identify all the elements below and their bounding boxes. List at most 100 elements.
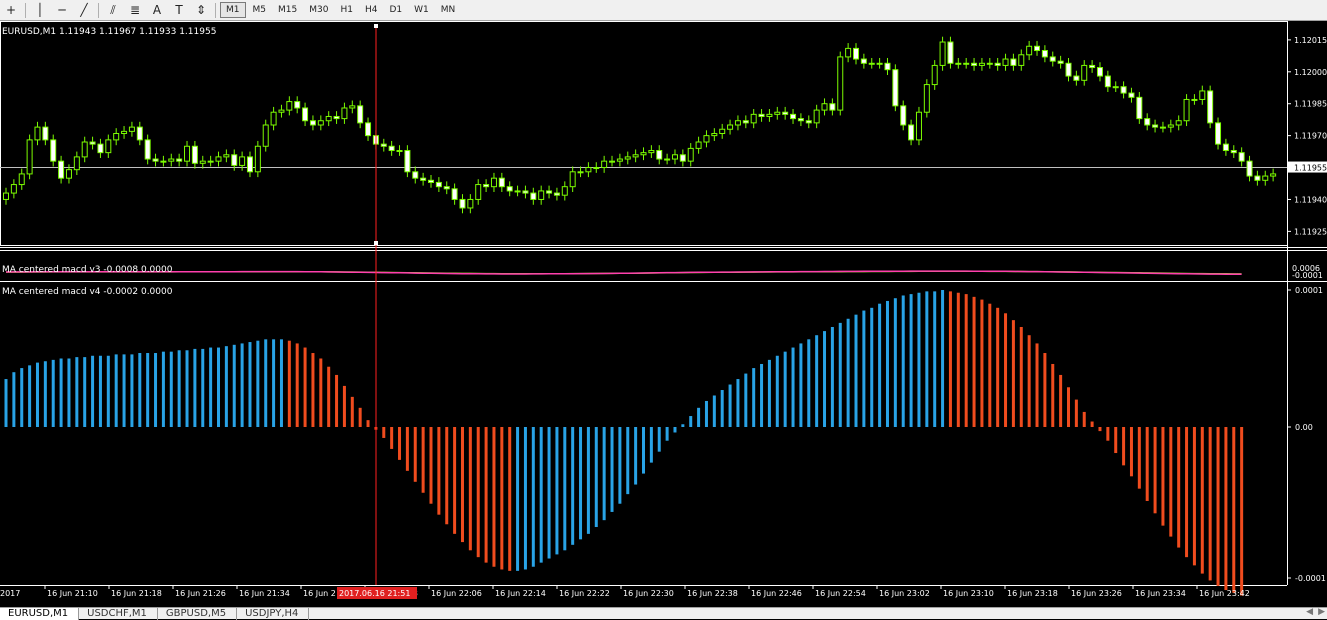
histogram-bar — [83, 357, 87, 427]
histogram-bar — [1059, 374, 1063, 427]
candle-bear — [404, 150, 411, 173]
histogram-bar — [311, 353, 315, 427]
candle-bear — [97, 143, 104, 154]
candle-bull — [286, 101, 293, 111]
trend-line-icon[interactable]: ╱ — [73, 1, 95, 20]
arrows-icon[interactable]: ⇕ — [190, 1, 212, 20]
horizontal-line-icon[interactable]: ─ — [51, 1, 73, 20]
chart-window[interactable]: 1.12015 1.12000 1.11985 1.11970 1.11955 1.119… — [0, 21, 1327, 607]
histogram-bar — [476, 427, 480, 558]
histogram-bar — [925, 291, 929, 427]
candle-bear — [971, 62, 978, 66]
candle-bull — [640, 152, 647, 156]
vertical-line-handle[interactable] — [374, 24, 378, 28]
candle-bull — [845, 47, 852, 58]
candle-bull — [687, 147, 694, 162]
histogram-bar — [1114, 427, 1118, 454]
candle-bull — [585, 167, 592, 173]
candle-bear — [136, 126, 143, 141]
timeframe-m5-button[interactable]: M5 — [248, 2, 272, 18]
price-tick-label: 1.12000 — [1294, 68, 1327, 77]
candle-bull — [648, 150, 655, 154]
timeframe-m1-button[interactable]: M1 — [220, 2, 246, 18]
tab-scroll-left-icon[interactable]: ◀ — [1306, 607, 1313, 617]
histogram-bar — [948, 291, 952, 427]
candle-bull — [601, 160, 608, 169]
candle-bear — [1010, 58, 1017, 66]
histogram-bar — [437, 427, 441, 515]
histogram-bar — [728, 384, 732, 427]
time-label: 16 Jun 23:26 — [1071, 589, 1122, 598]
time-label: 16 Jun 23:02 — [879, 589, 930, 598]
histogram-bar — [421, 427, 425, 493]
histogram-bar — [1145, 427, 1149, 501]
timeframe-d1-button[interactable]: D1 — [384, 2, 407, 18]
candle-bear — [309, 120, 316, 126]
histogram-bar — [744, 373, 748, 427]
histogram-bar — [468, 427, 472, 551]
price-tick-label: 1.11925 — [1294, 227, 1327, 236]
histogram-bar — [870, 307, 874, 427]
candle-bear — [1230, 150, 1237, 154]
candle-bull — [593, 167, 600, 170]
histogram-bar — [516, 427, 520, 571]
candle-bear — [1136, 96, 1143, 120]
histogram-bar — [350, 396, 354, 427]
candle-bull — [1183, 98, 1190, 122]
fibonacci-icon[interactable]: ≣ — [124, 1, 146, 20]
histogram-bar — [523, 427, 527, 570]
candle-bull — [105, 139, 112, 154]
candle-bull — [254, 145, 261, 173]
timeframe-h1-button[interactable]: H1 — [335, 2, 358, 18]
chart-tab[interactable]: EURUSD,M1 — [0, 608, 80, 620]
crosshair-icon[interactable]: + — [0, 1, 22, 20]
text-label-icon[interactable]: T — [168, 1, 190, 20]
histogram-bar — [20, 368, 24, 427]
candle-bear — [742, 120, 749, 124]
candle-bear — [522, 190, 529, 194]
histogram-bar — [933, 291, 937, 427]
candle-bull — [199, 160, 206, 164]
tab-scroll-right-icon[interactable]: ▶ — [1318, 607, 1325, 617]
histogram-bar — [1027, 335, 1031, 427]
histogram-bar — [508, 427, 512, 571]
histogram-bar — [1240, 427, 1244, 596]
text-icon[interactable]: A — [146, 1, 168, 20]
candle-bull — [1199, 90, 1206, 100]
histogram-bar — [823, 331, 827, 427]
candle-bull — [18, 173, 25, 186]
candle-bear — [758, 113, 765, 117]
histogram-bar — [500, 427, 504, 570]
candle-bear — [1246, 160, 1253, 177]
histogram-bar — [169, 351, 173, 427]
histogram-bar — [453, 427, 457, 534]
candle-bull — [396, 150, 403, 153]
timeframe-m15-button[interactable]: M15 — [273, 2, 302, 18]
indicator2-scale-label: -0.0001 — [1295, 574, 1326, 583]
time-label: 2017 — [0, 589, 20, 598]
chart-tabs: EURUSD,M1 USDCHF,M1 GBPUSD,M5 USDJPY,H4 ◀ ▶ — [0, 607, 1327, 620]
chart-tab[interactable]: GBPUSD,M5 — [158, 608, 238, 620]
histogram-bar — [697, 407, 701, 427]
candle-bear — [144, 139, 151, 160]
candle-bull — [278, 109, 285, 113]
chart-tab[interactable]: USDJPY,H4 — [237, 608, 310, 620]
chart-tab[interactable]: USDCHF,M1 — [79, 608, 158, 620]
timeframe-m30-button[interactable]: M30 — [304, 2, 333, 18]
drawing-tools: + │ ─ ╱ ⫽ ≣ A T ⇕ — [0, 1, 212, 20]
histogram-bar — [1051, 363, 1055, 427]
candle-bear — [656, 150, 663, 160]
histogram-bar — [303, 347, 307, 427]
vertical-line-handle[interactable] — [374, 241, 378, 245]
equidistant-channel-icon[interactable]: ⫽ — [102, 1, 124, 20]
vertical-line-icon[interactable]: │ — [29, 1, 51, 20]
timeframe-mn-button[interactable]: MN — [436, 2, 461, 18]
histogram-bar — [358, 407, 362, 427]
candle-bull — [73, 156, 80, 171]
timeframe-w1-button[interactable]: W1 — [409, 2, 434, 18]
histogram-bar — [319, 358, 323, 427]
timeframe-h4-button[interactable]: H4 — [360, 2, 383, 18]
histogram-bar — [185, 350, 189, 427]
candle-bull — [128, 126, 135, 132]
candle-bear — [302, 107, 309, 122]
